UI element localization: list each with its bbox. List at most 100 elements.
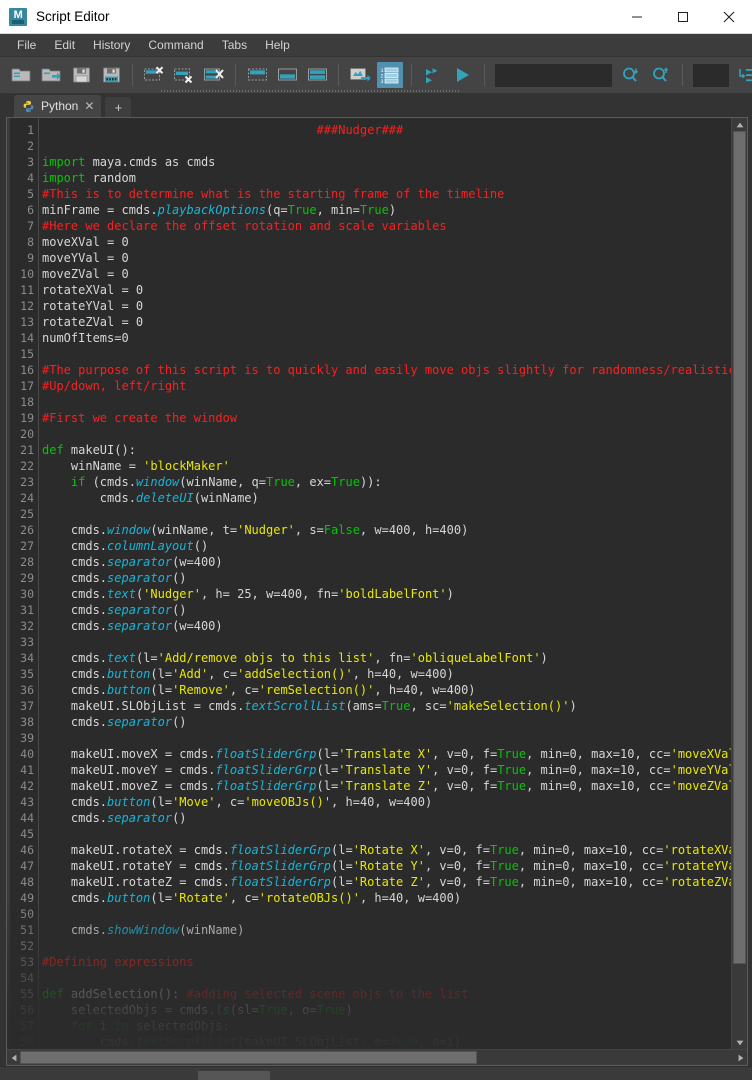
code-line[interactable]: #Here we declare the offset rotation and…: [42, 218, 731, 234]
close-button[interactable]: [706, 0, 752, 33]
code-line[interactable]: [42, 826, 731, 842]
code-line[interactable]: cmds.button(l='Move', c='moveOBJs()', h=…: [42, 794, 731, 810]
code-line[interactable]: makeUI.moveZ = cmds.floatSliderGrp(l='Tr…: [42, 778, 731, 794]
code-line[interactable]: #First we create the window: [42, 410, 731, 426]
search-down-icon[interactable]: [618, 62, 644, 88]
code-line[interactable]: def addSelection(): #adding selected sce…: [42, 986, 731, 1002]
save-script-icon[interactable]: [68, 62, 94, 88]
toolbar-drag-handle[interactable]: [161, 90, 461, 92]
code-line[interactable]: cmds.separator(): [42, 810, 731, 826]
execute-all-icon[interactable]: [450, 62, 476, 88]
open-script-icon[interactable]: [8, 62, 34, 88]
code-line[interactable]: #The purpose of this script is to quickl…: [42, 362, 731, 378]
horizontal-scroll-thumb[interactable]: [20, 1051, 477, 1064]
code-line[interactable]: def makeUI():: [42, 442, 731, 458]
taskbar-active-app[interactable]: [198, 1071, 270, 1080]
code-line[interactable]: cmds.button(l='Remove', c='remSelection(…: [42, 682, 731, 698]
menu-item-tabs[interactable]: Tabs: [213, 36, 256, 54]
code-line[interactable]: [42, 346, 731, 362]
execute-selection-icon[interactable]: [420, 62, 446, 88]
scroll-right-arrow[interactable]: [734, 1050, 747, 1065]
code-line[interactable]: makeUI.moveX = cmds.floatSliderGrp(l='Tr…: [42, 746, 731, 762]
code-line[interactable]: cmds.columnLayout(): [42, 538, 731, 554]
minimize-button[interactable]: [614, 0, 660, 33]
code-line[interactable]: makeUI.rotateY = cmds.floatSliderGrp(l='…: [42, 858, 731, 874]
code-line[interactable]: [42, 426, 731, 442]
code-line[interactable]: moveXVal = 0: [42, 234, 731, 250]
tab-close-icon[interactable]: ✕: [84, 100, 94, 112]
code-line[interactable]: rotateYVal = 0: [42, 298, 731, 314]
scroll-up-arrow[interactable]: [732, 118, 747, 131]
show-line-numbers-icon[interactable]: 1 2 3: [377, 62, 403, 88]
code-line[interactable]: [42, 938, 731, 954]
code-line[interactable]: ###Nudger###: [42, 122, 731, 138]
vertical-scroll-track[interactable]: [732, 131, 747, 1036]
code-line[interactable]: numOfItems=0: [42, 330, 731, 346]
open-script-to-new-tab-icon[interactable]: [38, 62, 64, 88]
code-line[interactable]: rotateZVal = 0: [42, 314, 731, 330]
code-line[interactable]: selectedObjs = cmds.ls(sl=True, o=True): [42, 1002, 731, 1018]
code-line[interactable]: makeUI.rotateX = cmds.floatSliderGrp(l='…: [42, 842, 731, 858]
code-line[interactable]: moveZVal = 0: [42, 266, 731, 282]
code-line[interactable]: for i in selectedObjs:: [42, 1018, 731, 1034]
input-only-icon[interactable]: [274, 62, 300, 88]
code-line[interactable]: cmds.separator(w=400): [42, 618, 731, 634]
code-line[interactable]: cmds.button(l='Rotate', c='rotateOBJs()'…: [42, 890, 731, 906]
search-input[interactable]: [495, 63, 612, 87]
history-only-icon[interactable]: [244, 62, 270, 88]
scroll-left-arrow[interactable]: [7, 1050, 20, 1065]
code-line[interactable]: import random: [42, 170, 731, 186]
menu-item-help[interactable]: Help: [256, 36, 299, 54]
code-line[interactable]: [42, 138, 731, 154]
code-line[interactable]: cmds.text('Nudger', h= 25, w=400, fn='bo…: [42, 586, 731, 602]
code-line[interactable]: makeUI.moveY = cmds.floatSliderGrp(l='Tr…: [42, 762, 731, 778]
menu-item-history[interactable]: History: [84, 36, 139, 54]
maximize-button[interactable]: [660, 0, 706, 33]
code-line[interactable]: cmds.button(l='Add', c='addSelection()',…: [42, 666, 731, 682]
code-line[interactable]: cmds.separator(w=400): [42, 554, 731, 570]
tab-python[interactable]: Python ✕: [14, 95, 102, 117]
code-line[interactable]: cmds.separator(): [42, 714, 731, 730]
horizontal-scroll-track[interactable]: [20, 1050, 734, 1065]
code-line[interactable]: cmds.window(winName, t='Nudger', s=False…: [42, 522, 731, 538]
menu-item-edit[interactable]: Edit: [45, 36, 84, 54]
menu-item-command[interactable]: Command: [139, 36, 212, 54]
code-line[interactable]: winName = 'blockMaker': [42, 458, 731, 474]
code-line[interactable]: import maya.cmds as cmds: [42, 154, 731, 170]
clear-all-icon[interactable]: [201, 62, 227, 88]
execute-by-line-icon[interactable]: [347, 62, 373, 88]
code-line[interactable]: #Defining expressions: [42, 954, 731, 970]
indent-region-icon[interactable]: [735, 62, 752, 88]
code-line[interactable]: cmds.separator(): [42, 602, 731, 618]
add-tab-button[interactable]: +: [105, 97, 132, 117]
clear-input-icon[interactable]: [171, 62, 197, 88]
horizontal-scrollbar[interactable]: [7, 1049, 747, 1065]
menu-item-file[interactable]: File: [8, 36, 45, 54]
code-line[interactable]: rotateXVal = 0: [42, 282, 731, 298]
code-line[interactable]: [42, 634, 731, 650]
code-line[interactable]: [42, 906, 731, 922]
code-line[interactable]: cmds.deleteUI(winName): [42, 490, 731, 506]
code-line[interactable]: minFrame = cmds.playbackOptions(q=True, …: [42, 202, 731, 218]
code-line[interactable]: [42, 730, 731, 746]
vertical-scrollbar[interactable]: [731, 118, 747, 1049]
code-text-area[interactable]: ###Nudger### import maya.cmds as cmds imp…: [39, 118, 731, 1049]
code-line[interactable]: cmds.textScrollList(makeUI.SLObjList, e=…: [42, 1034, 731, 1049]
code-line[interactable]: [42, 506, 731, 522]
scroll-down-arrow[interactable]: [732, 1036, 747, 1049]
code-line[interactable]: makeUI.rotateZ = cmds.floatSliderGrp(l='…: [42, 874, 731, 890]
code-line[interactable]: if (cmds.window(winName, q=True, ex=True…: [42, 474, 731, 490]
code-line[interactable]: cmds.text(l='Add/remove objs to this lis…: [42, 650, 731, 666]
code-line[interactable]: makeUI.SLObjList = cmds.textScrollList(a…: [42, 698, 731, 714]
code-line[interactable]: [42, 970, 731, 986]
code-line[interactable]: moveYVal = 0: [42, 250, 731, 266]
code-line[interactable]: [42, 394, 731, 410]
replace-input[interactable]: [693, 63, 729, 87]
search-up-icon[interactable]: [648, 62, 674, 88]
code-line[interactable]: #This is to determine what is the starti…: [42, 186, 731, 202]
clear-history-icon[interactable]: [141, 62, 167, 88]
code-scroll-area[interactable]: 1 2 3 4 5 6 7 8 9 10 11 12 13 14 15 16 17 18 19 20 21 22 23 24 2…: [7, 118, 731, 1049]
code-line[interactable]: cmds.separator(): [42, 570, 731, 586]
code-line[interactable]: #Up/down, left/right: [42, 378, 731, 394]
save-script-as-icon[interactable]: [98, 62, 124, 88]
